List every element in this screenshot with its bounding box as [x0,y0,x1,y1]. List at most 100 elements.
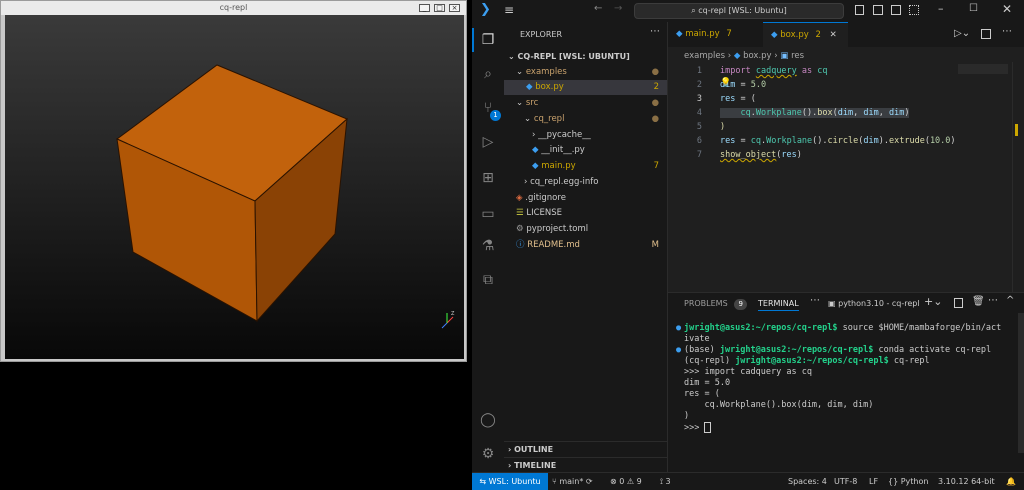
language-indicator[interactable]: {} Python [888,473,928,490]
terminal-scrollbar[interactable] [1018,313,1024,453]
code-line[interactable]: 6 res = cq.Workplane().circle(dim).extrud… [668,134,998,148]
breadcrumb-file[interactable]: box.py [743,51,772,61]
tree-item-cq-repl[interactable]: ⌄ cq_repl ● [504,112,667,127]
forward-arrow-icon[interactable]: → [614,3,622,14]
more-actions-icon[interactable]: ⋯ [1002,26,1012,37]
gear-icon[interactable]: ⚙ [478,444,498,464]
terminal-input-line[interactable]: >>> [684,422,1022,433]
tree-item-pyproject[interactable]: ⚙ pyproject.toml [504,222,667,237]
root-folder[interactable]: ⌄ CQ-REPL [WSL: UBUNTU] [504,49,667,64]
problems-badge: 9 [734,299,748,310]
menu-icon[interactable]: ≡ [504,3,514,17]
customize-layout-icon[interactable] [909,5,919,15]
close-button[interactable]: × [449,4,460,12]
braces-icon: {} [888,477,901,486]
tree-item-readme[interactable]: ⓘ README.md M [504,238,667,253]
interpreter-indicator[interactable]: 3.10.12 64-bit [938,473,995,490]
remote-explorer-icon[interactable]: ▭ [478,204,498,224]
tree-item-egg-info[interactable]: › cq_repl.egg-info [504,175,667,190]
scrollbar[interactable] [1012,62,1024,292]
tree-item-main-py[interactable]: ◆ main.py 7 [504,159,667,174]
code-line[interactable]: 4 cq.Workplane().box(dim, dim, dim) [668,106,998,120]
maximize-button[interactable]: □ [434,4,445,12]
window-close-button[interactable]: ✕ [1002,2,1012,16]
encoding-indicator[interactable]: UTF-8 [834,473,857,490]
command-center-label: cq-repl [WSL: Ubuntu] [698,6,787,15]
code-line[interactable]: 7 show_object(res) [668,148,998,162]
active-indicator [472,28,474,52]
tree-item-gitignore[interactable]: ◈ .gitignore [504,191,667,206]
chevron-up-icon[interactable]: ^ [1006,295,1014,306]
warning-marker [1015,124,1018,136]
tree-item-examples[interactable]: ⌄ examples ● [504,65,667,80]
tree-item-pycache[interactable]: › __pycache__ [504,128,667,143]
more-actions-icon[interactable]: ⋯ [988,295,998,306]
viewer-window: cq-repl _ □ × Z [0,0,467,362]
breadcrumb-folder[interactable]: examples [684,51,725,61]
code-line[interactable]: 2 dim = 5.0 [668,78,998,92]
remote-indicator[interactable]: ⇆ WSL: Ubuntu [472,473,548,490]
extensions-icon[interactable]: ⊞ [478,168,498,188]
status-bar: ⇆ WSL: Ubuntu ⑂ main* ⟳ ⊗ 0 ⚠ 9 ⟟ 3 Spac… [472,472,1024,490]
new-terminal-button[interactable]: +⌄ [924,295,942,308]
chevron-down-icon: ⌄ [508,52,518,61]
activity-bar: ❐ ⌕ ⑂ 1 ▷ ⊞ ▭ ⚗ ⧉ ◯ ⚙ [472,22,504,472]
code-line[interactable]: 3 res = ( [668,92,998,106]
eol-indicator[interactable]: LF [869,473,878,490]
code-line[interactable]: 1 import cadquery as cq [668,64,998,78]
tab-box-py[interactable]: ◆ box.py 2 ✕ [763,22,848,47]
window-minimize-button[interactable]: – [938,2,944,15]
toggle-sidebar-icon[interactable] [855,5,864,15]
split-editor-icon[interactable] [981,29,991,39]
modified-dot: ● [651,98,659,108]
terminal-selector[interactable]: ▣ python3.10 - cq-repl [828,299,920,308]
breadcrumb-symbol[interactable]: res [791,51,804,61]
back-arrow-icon[interactable]: ← [594,3,602,14]
ports-indicator[interactable]: ⟟ 3 [660,473,671,490]
account-icon[interactable]: ◯ [478,410,498,430]
search-icon[interactable]: ⌕ [478,64,498,84]
run-debug-icon[interactable]: ▷ [478,132,498,152]
docker-icon[interactable]: ⧉ [478,270,498,290]
license-file-icon: ☰ [516,208,527,218]
tab-terminal[interactable]: TERMINAL [758,299,799,311]
3d-viewport[interactable]: Z [5,15,464,359]
explorer-icon[interactable]: ❐ [478,30,498,50]
notifications-icon[interactable]: 🔔 [1006,473,1016,490]
more-actions-icon[interactable]: ⋯ [650,26,660,37]
trash-icon[interactable]: 🗑 [972,296,985,307]
svg-text:Z: Z [451,311,455,317]
toggle-panel-icon[interactable] [873,5,883,15]
outline-section[interactable]: › OUTLINE [504,441,667,457]
branch-indicator[interactable]: ⑂ main* ⟳ [552,473,593,490]
tab-problems[interactable]: PROBLEMS 9 [684,299,748,310]
sync-icon: ⟳ [583,477,593,486]
minimap[interactable] [958,64,1008,74]
close-icon[interactable]: ✕ [830,30,837,40]
command-center[interactable]: ⌕ cq-repl [WSL: Ubuntu] [634,3,844,19]
timeline-section[interactable]: › TIMELINE [504,457,667,473]
tree-item-box-py[interactable]: ◆ box.py 2 [504,80,667,95]
problems-indicator[interactable]: ⊗ 0 ⚠ 9 [610,473,642,490]
tree-item-src[interactable]: ⌄ src ● [504,96,667,111]
tree-item-init-py[interactable]: ◆ __init__.py [504,143,667,158]
viewer-title: cq-repl [1,1,466,15]
code-line[interactable]: 5) [668,120,998,134]
window-maximize-button[interactable]: ☐ [969,3,978,14]
split-terminal-icon[interactable] [954,298,963,308]
python-file-icon: ◆ [771,30,781,40]
python-file-icon: ◆ [532,161,542,171]
terminal-line: ● jwright@asus2:~/repos/cq-repl$ source $… [676,323,1002,333]
minimize-button[interactable]: _ [419,4,430,12]
indentation-indicator[interactable]: Spaces: 4 [788,473,827,490]
lightbulb-icon[interactable]: 💡 [720,78,731,88]
toggle-secondary-sidebar-icon[interactable] [891,5,901,15]
tree-item-license[interactable]: ☰ LICENSE [504,206,667,221]
testing-icon[interactable]: ⚗ [478,236,498,256]
more-actions-icon[interactable]: ⋯ [810,295,820,306]
tab-main-py[interactable]: ◆ main.py 7 [668,22,763,47]
run-python-icon[interactable]: ▷⌄ [954,28,970,39]
gear-icon: ⚙ [516,224,527,234]
remote-icon: ⇆ [479,477,489,486]
vscode-window: ❯ ≡ ← → ⌕ cq-repl [WSL: Ubuntu] – ☐ ✕ ❐ … [472,0,1024,490]
